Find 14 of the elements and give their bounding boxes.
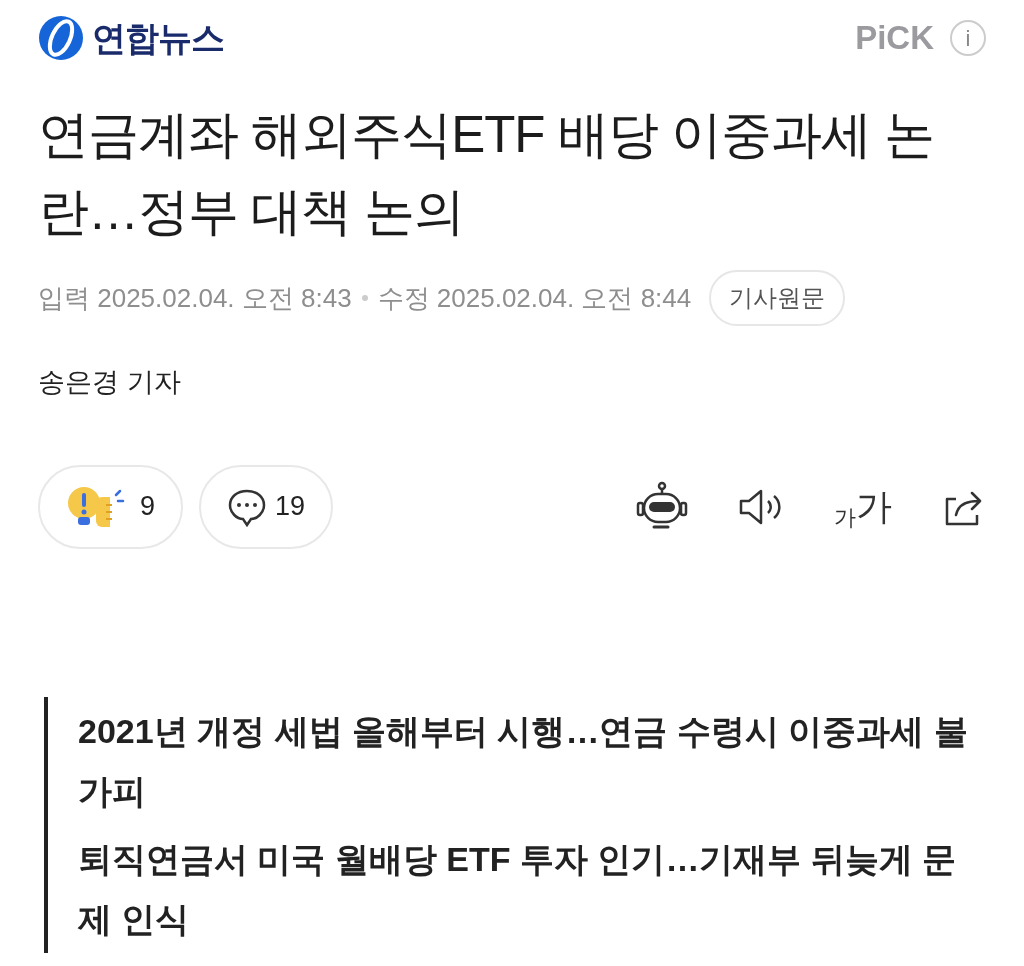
subheading: 퇴직연금서 미국 월배당 ETF 투자 인기…기재부 뒤늦게 문제 인식 [78, 838, 958, 940]
original-article-button[interactable]: 기사원문 [709, 270, 846, 326]
pick-label: PiCK [855, 18, 934, 59]
comments-button[interactable]: 19 [199, 464, 334, 549]
byline: 송은경 기자 [38, 366, 182, 399]
published-date: 입력 2025.02.04. 오전 8:43 [38, 281, 352, 315]
subheading: 2021년 개정 세법 올해부터 시행…연금 수령시 이중과세 불가피 [78, 710, 969, 812]
logo-icon [38, 15, 84, 61]
reaction-button[interactable]: 9 [38, 464, 184, 549]
info-button[interactable]: i [950, 20, 986, 56]
logo-text[interactable]: 연합뉴스 [92, 12, 224, 64]
headline: 연금계좌 해외주식ETF 배당 이중과세 논란…정부 대책 논의 [38, 105, 935, 242]
separator-dot-icon [361, 295, 368, 301]
modified-date: 수정 2025.02.04. 오전 8:44 [377, 281, 692, 315]
